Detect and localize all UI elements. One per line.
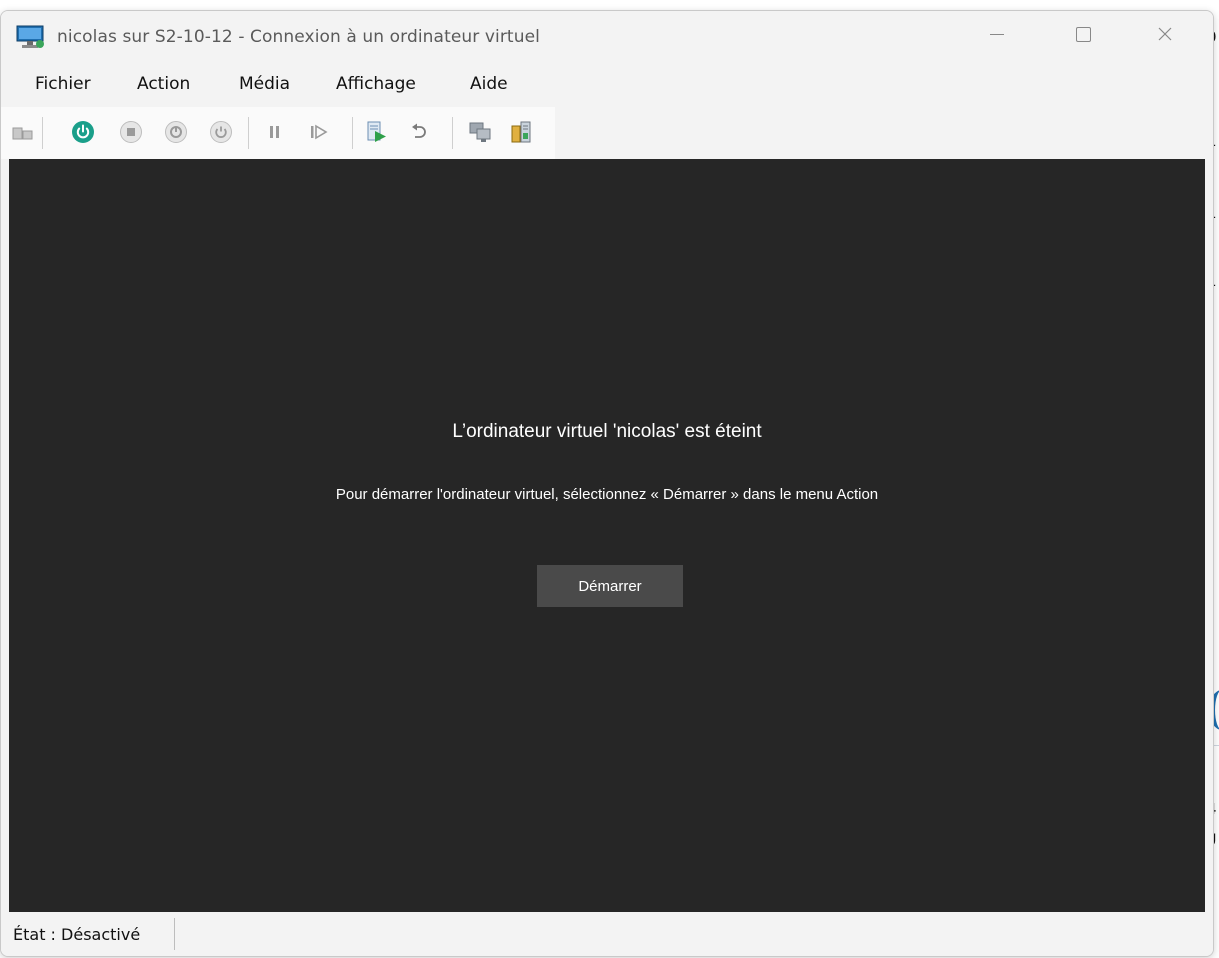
status-bar: État : Désactivé (1, 912, 1213, 956)
vm-off-title: L’ordinateur virtuel 'nicolas' est étein… (452, 421, 762, 442)
vm-off-instructions: Pour démarrer l'ordinateur virtuel, séle… (335, 486, 879, 503)
toolbar-separator (352, 117, 353, 149)
close-button[interactable] (1135, 11, 1195, 57)
checkpoint-button[interactable] (365, 120, 389, 144)
toolbar (1, 107, 555, 159)
menu-media[interactable]: Média (239, 74, 290, 94)
title-bar[interactable]: nicolas sur S2-10-12 - Connexion à un or… (1, 11, 1213, 61)
maximize-button[interactable] (1053, 11, 1113, 57)
minimize-icon (990, 33, 1004, 35)
start-icon (72, 121, 94, 143)
window-title: nicolas sur S2-10-12 - Connexion à un or… (57, 27, 540, 47)
menu-affichage[interactable]: Affichage (336, 74, 416, 94)
vm-connection-icon (16, 25, 44, 48)
save-button[interactable] (209, 120, 233, 144)
settings-button[interactable] (509, 120, 533, 144)
checkpoint-icon (367, 121, 386, 142)
close-icon (1158, 27, 1172, 41)
minimize-button[interactable] (967, 11, 1027, 57)
ctrl-alt-del-button[interactable] (11, 120, 35, 144)
enhanced-session-icon (469, 122, 491, 142)
toolbar-separator (248, 117, 249, 149)
turn-off-icon (120, 121, 142, 143)
pause-button[interactable] (263, 120, 287, 144)
ctrl-alt-del-icon (12, 127, 33, 140)
turn-off-button[interactable] (119, 120, 143, 144)
settings-icon (511, 121, 531, 143)
revert-icon (412, 123, 426, 138)
menu-aide[interactable]: Aide (470, 74, 508, 94)
enhanced-session-button[interactable] (468, 120, 492, 144)
toolbar-separator (452, 117, 453, 149)
menu-fichier[interactable]: Fichier (35, 74, 91, 94)
reset-button[interactable] (307, 120, 331, 144)
menu-bar: Fichier Action Média Affichage Aide (1, 61, 1213, 107)
start-toolbar-button[interactable] (71, 120, 95, 144)
vm-state-text: État : Désactivé (13, 925, 141, 944)
save-icon (210, 121, 232, 143)
vm-connection-window: nicolas sur S2-10-12 - Connexion à un or… (0, 10, 1214, 957)
reset-icon (311, 124, 328, 140)
status-separator (174, 918, 175, 950)
menu-action[interactable]: Action (137, 74, 190, 94)
shutdown-icon (165, 121, 187, 143)
revert-button[interactable] (407, 120, 431, 144)
vm-display[interactable]: L’ordinateur virtuel 'nicolas' est étein… (9, 159, 1205, 912)
maximize-icon (1075, 26, 1091, 42)
start-vm-button[interactable]: Démarrer (537, 565, 683, 607)
pause-icon (270, 126, 279, 138)
shutdown-button[interactable] (164, 120, 188, 144)
toolbar-separator (42, 117, 43, 149)
